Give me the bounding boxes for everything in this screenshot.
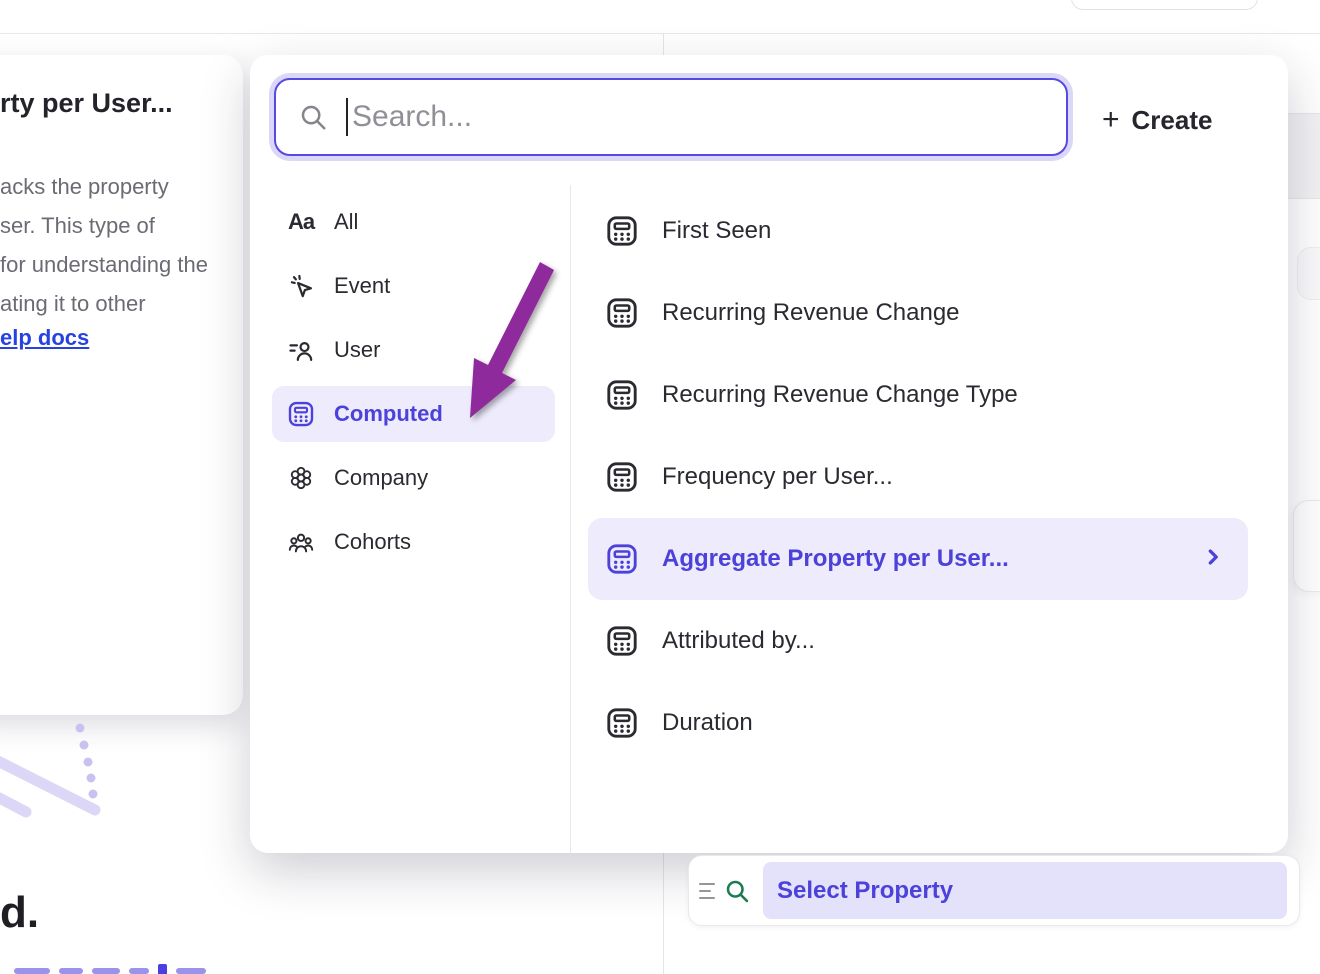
page-header-divider bbox=[0, 33, 1320, 34]
modal-column-divider bbox=[570, 185, 571, 853]
event-click-icon bbox=[286, 271, 316, 301]
background-card-edge bbox=[1293, 500, 1320, 592]
property-item-aggregate-property-per-user[interactable]: Aggregate Property per User... bbox=[588, 518, 1248, 600]
create-button-label: Create bbox=[1132, 105, 1213, 136]
tooltip-body-line: acks the property bbox=[0, 167, 208, 206]
calculator-icon bbox=[604, 541, 640, 577]
chevron-right-icon bbox=[1200, 544, 1226, 570]
background-table-header-fragment bbox=[1288, 113, 1320, 199]
calculator-icon bbox=[604, 459, 640, 495]
calculator-icon bbox=[604, 213, 640, 249]
tooltip-body-line: ating it to other bbox=[0, 284, 208, 323]
search-icon bbox=[298, 102, 328, 132]
background-card-edge bbox=[1297, 247, 1320, 300]
category-label: Event bbox=[334, 273, 390, 299]
text-aa-icon: Aa bbox=[286, 207, 316, 237]
category-label: Company bbox=[334, 465, 428, 491]
property-search-icon bbox=[723, 877, 751, 905]
property-selector-modal: + Create Aa All Event bbox=[250, 55, 1288, 853]
calculator-icon bbox=[604, 377, 640, 413]
calculator-icon bbox=[604, 295, 640, 331]
property-label: Attributed by... bbox=[662, 627, 815, 655]
property-label: Recurring Revenue Change bbox=[662, 299, 960, 327]
property-tooltip-card: rty per User... acks the property ser. T… bbox=[0, 55, 243, 715]
category-tab-computed[interactable]: Computed bbox=[272, 386, 555, 442]
user-icon bbox=[286, 335, 316, 365]
drag-handle-icon[interactable] bbox=[699, 883, 715, 899]
tooltip-title: rty per User... bbox=[0, 88, 173, 119]
calculator-icon bbox=[604, 623, 640, 659]
create-button[interactable]: + Create bbox=[1102, 99, 1212, 141]
help-docs-link[interactable]: elp docs bbox=[0, 325, 89, 351]
category-label: All bbox=[334, 209, 358, 235]
select-property-button[interactable]: Select Property bbox=[763, 862, 1287, 919]
property-label: Aggregate Property per User... bbox=[662, 545, 1009, 573]
property-item-duration[interactable]: Duration bbox=[588, 682, 1248, 764]
calculator-icon bbox=[286, 399, 316, 429]
category-label: Cohorts bbox=[334, 529, 411, 555]
clipped-page-heading: d. bbox=[0, 888, 39, 938]
select-property-label: Select Property bbox=[777, 877, 953, 905]
plus-icon: + bbox=[1102, 105, 1120, 135]
search-input[interactable] bbox=[348, 87, 1066, 147]
calculator-icon bbox=[604, 705, 640, 741]
property-item-frequency-per-user[interactable]: Frequency per User... bbox=[588, 436, 1248, 518]
property-item-first-seen[interactable]: First Seen bbox=[588, 190, 1248, 272]
cohorts-people-icon bbox=[286, 527, 316, 557]
clipped-purple-text-fragment bbox=[14, 964, 206, 974]
decorative-illustration bbox=[0, 715, 120, 825]
tooltip-body: acks the property ser. This type of for … bbox=[0, 167, 208, 323]
property-label: Duration bbox=[662, 709, 753, 737]
property-item-recurring-revenue-change-type[interactable]: Recurring Revenue Change Type bbox=[588, 354, 1248, 436]
tooltip-body-line: for understanding the bbox=[0, 245, 208, 284]
property-label: Frequency per User... bbox=[662, 463, 893, 491]
company-cluster-icon bbox=[286, 463, 316, 493]
category-label: Computed bbox=[334, 401, 443, 427]
partial-top-right-button[interactable] bbox=[1071, 0, 1258, 10]
property-label: Recurring Revenue Change Type bbox=[662, 381, 1018, 409]
background-vertical-divider-bottom bbox=[663, 853, 664, 974]
category-tab-cohorts[interactable]: Cohorts bbox=[272, 514, 555, 570]
category-tab-all[interactable]: Aa All bbox=[272, 194, 555, 250]
background-vertical-divider-top bbox=[663, 34, 664, 56]
property-item-attributed-by[interactable]: Attributed by... bbox=[588, 600, 1248, 682]
category-label: User bbox=[334, 337, 380, 363]
category-tab-event[interactable]: Event bbox=[272, 258, 555, 314]
screen: rty per User... acks the property ser. T… bbox=[0, 0, 1320, 974]
category-tab-user[interactable]: User bbox=[272, 322, 555, 378]
search-field[interactable] bbox=[274, 78, 1068, 156]
category-tab-company[interactable]: Company bbox=[272, 450, 555, 506]
property-item-recurring-revenue-change[interactable]: Recurring Revenue Change bbox=[588, 272, 1248, 354]
select-property-row: Select Property bbox=[688, 855, 1300, 926]
tooltip-body-line: ser. This type of bbox=[0, 206, 208, 245]
property-label: First Seen bbox=[662, 217, 771, 245]
